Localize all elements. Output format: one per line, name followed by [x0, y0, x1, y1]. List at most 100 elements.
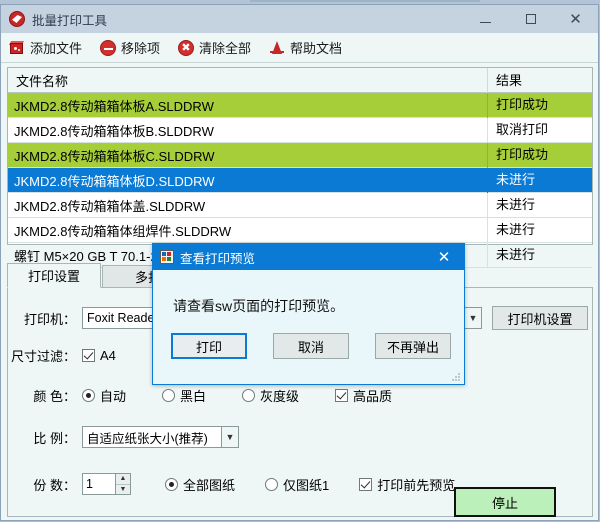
radio-icon: [162, 389, 176, 402]
table-row[interactable]: JKMD2.8传动箱箱体板C.SLDDRW 打印成功: [8, 142, 592, 168]
cell-filename: JKMD2.8传动箱箱体板B.SLDDRW: [14, 123, 214, 139]
checkbox-icon: [335, 389, 349, 402]
quantity-stepper[interactable]: 1 ▲ ▼: [82, 473, 131, 495]
printer-label: 打印机：: [23, 311, 76, 327]
copies-value[interactable]: 1: [82, 473, 116, 495]
window-controls: ✕: [463, 5, 598, 33]
cell-result: 打印成功: [487, 92, 592, 118]
cell-result: 未进行: [487, 217, 592, 243]
app-root: 批量打印工具 ✕ 添加文件 移除项 ✖ 清除全部 帮助文档 文件名称 结果 JK…: [0, 0, 600, 522]
radio-icon: [165, 477, 178, 491]
toolbar-clear-all[interactable]: ✖ 清除全部: [178, 38, 251, 57]
high-quality-checkbox[interactable]: 高品质: [335, 386, 392, 405]
size-filter-row: 尺寸过滤： A4: [8, 346, 120, 365]
copies-label: 份 数：: [33, 477, 76, 493]
color-row: 颜 色： 自动 黑白 灰度级 高品质: [8, 386, 396, 405]
chevron-down-icon: ▼: [465, 307, 482, 329]
size-filter-a4-label: A4: [100, 348, 116, 363]
minimize-button[interactable]: [463, 5, 508, 33]
cell-filename: JKMD2.8传动箱箱体组焊件.SLDDRW: [14, 223, 232, 239]
copies-row: 份 数： 1 ▲ ▼ 全部图纸 仅图纸1 打印前先预览: [8, 473, 459, 495]
scale-label: 比 例：: [33, 430, 76, 446]
file-list-header: 文件名称 结果: [8, 67, 592, 93]
clear-all-circle-icon: ✖: [178, 39, 195, 56]
chevron-down-icon: ▼: [222, 426, 239, 448]
color-option-grayscale[interactable]: 灰度级: [242, 386, 299, 405]
checkbox-icon: [359, 477, 373, 491]
color-option-grayscale-label: 灰度级: [260, 389, 300, 404]
pdf-icon: [269, 40, 285, 56]
remove-circle-icon: [100, 39, 117, 56]
toolbar-remove-item[interactable]: 移除项: [100, 38, 160, 57]
toolbar-add-files-label: 添加文件: [30, 41, 83, 56]
cell-result: 取消打印: [487, 117, 592, 143]
print-preview-dialog: 查看打印预览 ✕ 请查看sw页面的打印预览。 打印 取消 不再弹出: [152, 243, 465, 385]
scale-row: 比 例： 自适应纸张大小(推荐) ▼: [8, 426, 239, 448]
toolbar: 添加文件 移除项 ✖ 清除全部 帮助文档: [1, 33, 598, 63]
chevron-up-icon[interactable]: ▲: [116, 474, 130, 485]
radio-icon: [242, 389, 256, 402]
toolbar-add-files[interactable]: 添加文件: [8, 38, 83, 57]
red-cube-icon: [8, 40, 25, 56]
dialog-buttons: 打印 取消 不再弹出: [171, 333, 451, 359]
maximize-button[interactable]: [508, 5, 553, 33]
cell-result: 未进行: [487, 192, 592, 218]
sheet-option-one[interactable]: 仅图纸1: [265, 475, 329, 494]
table-row[interactable]: JKMD2.8传动箱箱体盖.SLDDRW 未进行: [8, 192, 592, 218]
column-header-result: 结果: [487, 67, 592, 93]
resize-grip-icon[interactable]: [452, 373, 460, 381]
color-option-bw-label: 黑白: [180, 389, 207, 404]
tab-print-settings[interactable]: 打印设置: [7, 263, 101, 288]
table-row[interactable]: JKMD2.8传动箱箱体组焊件.SLDDRW 未进行: [8, 217, 592, 243]
sheet-option-all[interactable]: 全部图纸: [165, 475, 235, 494]
radio-icon: [265, 477, 279, 491]
cell-filename: JKMD2.8传动箱箱体板C.SLDDRW: [14, 148, 215, 164]
cell-filename: JKMD2.8传动箱箱体板D.SLDDRW: [14, 173, 215, 189]
size-filter-a4-checkbox[interactable]: A4: [82, 348, 116, 363]
radio-icon: [82, 389, 95, 402]
color-option-auto[interactable]: 自动: [82, 386, 126, 405]
close-button[interactable]: ✕: [553, 5, 598, 33]
color-label: 颜 色：: [33, 389, 76, 404]
preview-before-print-label: 打印前先预览: [377, 477, 456, 493]
dialog-dont-show-again-button[interactable]: 不再弹出: [375, 333, 451, 359]
sheet-option-all-label: 全部图纸: [183, 477, 236, 493]
cell-result: 未进行: [487, 167, 592, 193]
dialog-cancel-button[interactable]: 取消: [273, 333, 349, 359]
table-row[interactable]: JKMD2.8传动箱箱体板A.SLDDRW 打印成功: [8, 92, 592, 118]
window-title: 批量打印工具: [32, 13, 108, 28]
dialog-title-bar: 查看打印预览 ✕: [153, 244, 464, 270]
app-disc-icon: [9, 11, 25, 27]
dialog-message: 请查看sw页面的打印预览。: [173, 298, 345, 314]
color-option-auto-label: 自动: [100, 389, 127, 404]
dialog-title: 查看打印预览: [180, 251, 256, 266]
close-icon: ✕: [569, 9, 582, 28]
title-bar: 批量打印工具 ✕: [1, 5, 598, 33]
app-window-icon: [160, 250, 174, 264]
cell-result: 打印成功: [487, 142, 592, 168]
dialog-close-button[interactable]: ✕: [424, 244, 464, 270]
stepper-arrows[interactable]: ▲ ▼: [116, 473, 131, 495]
toolbar-clear-all-label: 清除全部: [199, 41, 252, 56]
dialog-print-button[interactable]: 打印: [171, 333, 247, 359]
chevron-down-icon[interactable]: ▼: [116, 485, 130, 495]
checkbox-icon: [82, 349, 95, 362]
cell-filename: JKMD2.8传动箱箱体盖.SLDDRW: [14, 198, 206, 214]
high-quality-label: 高品质: [353, 389, 393, 404]
file-list[interactable]: 文件名称 结果 JKMD2.8传动箱箱体板A.SLDDRW 打印成功 JKMD2…: [7, 67, 593, 268]
sheet-option-one-label: 仅图纸1: [283, 477, 330, 493]
toolbar-help-doc[interactable]: 帮助文档: [269, 38, 342, 57]
color-option-bw[interactable]: 黑白: [162, 386, 206, 405]
stop-button[interactable]: 停止: [454, 487, 556, 517]
table-row[interactable]: JKMD2.8传动箱箱体板D.SLDDRW 未进行: [8, 167, 592, 193]
printer-settings-button[interactable]: 打印机设置: [492, 306, 588, 330]
toolbar-help-doc-label: 帮助文档: [290, 41, 343, 56]
table-row[interactable]: JKMD2.8传动箱箱体板B.SLDDRW 取消打印: [8, 117, 592, 143]
scale-value: 自适应纸张大小(推荐): [82, 426, 222, 448]
preview-before-print-checkbox[interactable]: 打印前先预览: [359, 475, 455, 494]
scale-select[interactable]: 自适应纸张大小(推荐) ▼: [82, 426, 239, 448]
column-header-filename: 文件名称: [16, 73, 69, 89]
cell-filename: JKMD2.8传动箱箱体板A.SLDDRW: [14, 98, 214, 114]
size-filter-label: 尺寸过滤：: [10, 349, 76, 364]
toolbar-remove-item-label: 移除项: [121, 41, 161, 56]
